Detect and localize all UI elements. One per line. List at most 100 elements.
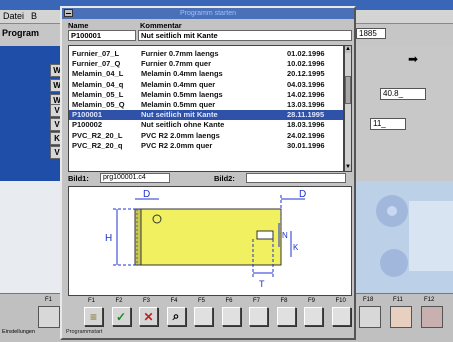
- cancel-button[interactable]: ✕: [139, 307, 158, 326]
- bg-status-text: Einstellungen: [2, 329, 36, 335]
- function-button-f9[interactable]: [304, 307, 323, 326]
- dim-label-n: N: [282, 231, 288, 240]
- magnifier-icon: ⌕: [172, 309, 180, 323]
- list-item[interactable]: PVC_R2_20_q PVC R2 2.0mm quer 30.01.1996: [69, 140, 343, 151]
- fkey-label-f3: F3: [143, 298, 151, 304]
- part-drawing: H D D N K T: [105, 189, 306, 289]
- fkey-label-f9: F9: [308, 298, 316, 304]
- right-field-value-1[interactable]: 40.8_: [380, 88, 426, 100]
- scroll-up-icon[interactable]: ▲: [345, 46, 351, 53]
- bg-fkey-f12: F12: [424, 297, 435, 303]
- list-item-date: 20.12.1995: [287, 69, 325, 79]
- list-item-name: P100002: [72, 120, 103, 130]
- fkey-label-f8: F8: [280, 298, 288, 304]
- list-item[interactable]: Melamin_04_L Melamin 0.4mm laengs 20.12.19…: [69, 69, 343, 79]
- list-item-comment: Melamin 0.5mm quer: [141, 100, 216, 109]
- dim-label-d1: D: [143, 189, 150, 200]
- background-right-pane: [354, 46, 453, 181]
- bg-f11-button[interactable]: [390, 306, 412, 328]
- arrow-right-icon[interactable]: ➡: [408, 52, 418, 66]
- list-item-comment: Nut seitlich mit Kante: [141, 110, 218, 120]
- dialog-title-bar[interactable]: Programm starten: [62, 8, 354, 19]
- list-item-date: 04.03.1996: [287, 79, 325, 89]
- list-item-comment: PVC R2 2.0mm quer: [141, 140, 213, 150]
- list-item-comment: Furnier 0.7mm quer: [141, 59, 212, 69]
- list-item-comment: Nut seitlich ohne Kante: [141, 120, 225, 130]
- fkey-label-f10: F10: [335, 298, 346, 304]
- fkey-label-f6: F6: [225, 298, 233, 304]
- list-item-date: 10.02.1996: [287, 59, 325, 69]
- fkey-label-f4: F4: [170, 298, 178, 304]
- function-button-f8[interactable]: [276, 307, 296, 326]
- list-item-name: PVC_R2_20_q: [72, 140, 123, 150]
- list-item[interactable]: PVC_R2_20_L PVC R2 2.0mm laengs 24.02.1996: [69, 130, 343, 141]
- dim-label-t: T: [259, 279, 265, 289]
- list-item-name: Melamin_05_L: [72, 89, 124, 99]
- list-item[interactable]: P100001 Nut seitlich mit Kante 28.11.1995: [69, 110, 343, 121]
- list-item-name: PVC_R2_20_L: [72, 130, 123, 140]
- list-item-name: Melamin_04_L: [72, 69, 124, 79]
- list-item[interactable]: Melamin_04_q Melamin 0.4mm quer 04.03.1996: [69, 79, 343, 90]
- system-menu-icon[interactable]: [64, 9, 73, 17]
- fkey-label-f7: F7: [253, 298, 261, 304]
- scroll-down-icon[interactable]: ▼: [345, 164, 351, 171]
- function-button-f5[interactable]: [194, 307, 213, 326]
- bg-fkey-f18: F18: [363, 297, 374, 303]
- list-item-date: 30.01.1996: [287, 140, 325, 150]
- right-field-value-2[interactable]: 11_: [370, 118, 406, 130]
- fkey-label-f5: F5: [198, 298, 206, 304]
- bg-f12-button[interactable]: [421, 306, 443, 328]
- selected-comment-field[interactable]: Nut seitlich mit Kante: [138, 30, 352, 41]
- right-top-field[interactable]: 1885: [356, 28, 386, 39]
- bg-f18-button[interactable]: [359, 306, 381, 328]
- function-button-f6[interactable]: [221, 307, 241, 326]
- list-scrollbar[interactable]: ▲ ▼: [344, 45, 352, 172]
- magnifier-button[interactable]: ⌕: [166, 307, 186, 326]
- part-drawing-preview: H D D N K T: [68, 186, 352, 296]
- bild2-field[interactable]: [246, 173, 346, 183]
- menu-item-b[interactable]: B: [31, 11, 37, 21]
- list-item-name: P100001: [72, 110, 103, 120]
- dim-label-h: H: [105, 233, 112, 244]
- function-button-f7[interactable]: [249, 307, 268, 326]
- list-item[interactable]: Melamin_05_Q Melamin 0.5mm quer 13.03.1996: [69, 100, 343, 110]
- program-list[interactable]: Furnier_07_L Furnier 0.7mm laengs 01.02.19…: [68, 45, 344, 172]
- list-item-comment: Furnier 0.7mm laengs: [141, 49, 219, 58]
- function-button-f10[interactable]: [331, 307, 351, 326]
- bg-stack-button[interactable]: [38, 306, 60, 328]
- program-label: Program: [2, 28, 40, 38]
- fkey-label-f1: F1: [88, 298, 96, 304]
- check-button[interactable]: ✓: [111, 307, 131, 326]
- list-item-date: 01.02.1996: [287, 49, 325, 58]
- menu-item-datei[interactable]: Datei: [3, 11, 24, 21]
- program-start-dialog: Programm starten Name Kommentar P100001 …: [60, 6, 356, 340]
- list-item-date: 13.03.1996: [287, 100, 325, 109]
- column-header-name: Name: [68, 21, 89, 30]
- list-item-comment: Melamin 0.5mm laengs: [141, 89, 223, 99]
- bild1-field[interactable]: prg100001.c4: [100, 173, 170, 183]
- bg-fkey-f11: F11: [393, 297, 403, 303]
- bild2-label: Bild2:: [214, 174, 235, 183]
- list-item[interactable]: Melamin_05_L Melamin 0.5mm laengs 14.02.19…: [69, 89, 343, 100]
- dialog-title: Programm starten: [179, 10, 237, 17]
- stack-button[interactable]: ≡: [84, 307, 103, 326]
- list-item-name: Furnier_07_Q: [72, 59, 121, 69]
- list-item-date: 28.11.1995: [287, 110, 325, 120]
- list-item-name: Furnier_07_L: [72, 49, 120, 58]
- list-item[interactable]: Furnier_07_L Furnier 0.7mm laengs 01.02.19…: [69, 49, 343, 59]
- list-item-comment: Melamin 0.4mm quer: [141, 79, 216, 89]
- list-item-name: Melamin_05_Q: [72, 100, 125, 109]
- scroll-thumb[interactable]: [345, 76, 351, 104]
- dim-label-d2: D: [299, 189, 306, 200]
- list-item-date: 24.02.1996: [287, 130, 325, 140]
- selected-name-field[interactable]: P100001: [68, 30, 136, 41]
- dialog-status-text: Programmstart: [66, 329, 103, 335]
- check-icon: ✓: [115, 309, 127, 324]
- list-item[interactable]: Furnier_07_Q Furnier 0.7mm quer 10.02.1996: [69, 59, 343, 69]
- bg-fkey-f1: F1: [45, 297, 53, 303]
- stack-icon: ≡: [89, 309, 97, 324]
- background-machine-image: [354, 181, 453, 293]
- dialog-function-bar: Programmstart F1 ≡ F2 ✓ F3 ✕ F4 ⌕ F5 F6 F7 F8 F9 F10: [62, 298, 354, 338]
- list-item-comment: PVC R2 2.0mm laengs: [141, 130, 220, 140]
- list-item[interactable]: P100002 Nut seitlich ohne Kante 18.03.1996: [69, 120, 343, 130]
